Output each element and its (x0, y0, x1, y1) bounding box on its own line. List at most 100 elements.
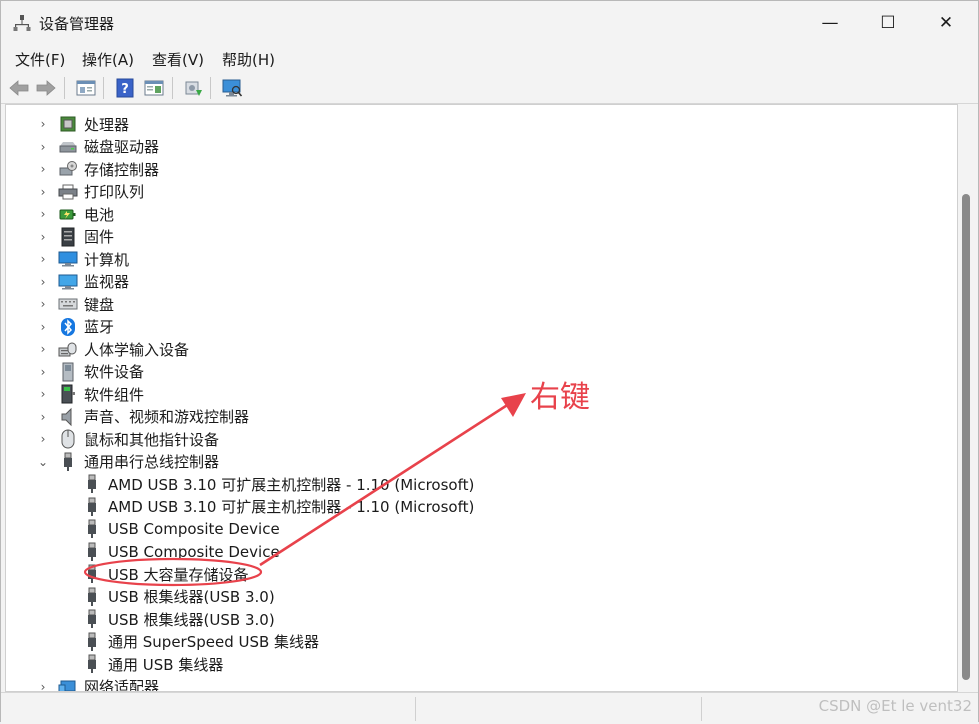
scan-hardware-button[interactable] (221, 77, 243, 99)
usb-device-row[interactable]: 通用 SuperSpeed USB 集线器 (82, 631, 319, 653)
device-tree-panel[interactable]: › 处理器 › 磁盘驱动器 › 存储控制器 › 打印队列 › 电池 › 固件 › 计算机 › 监视器 › 键盘 › 蓝… (5, 104, 958, 692)
usb-device-label: AMD USB 3.10 可扩展主机控制器 - 1.10 (Microsoft) (108, 498, 475, 516)
device-manager-app-icon (13, 14, 31, 32)
tree-category-row[interactable]: › 声音、视频和游戏控制器 (38, 406, 249, 428)
usb-device-label: USB Composite Device (108, 520, 280, 538)
tree-category-row[interactable]: › 存储控制器 (38, 158, 159, 180)
usb-device-row[interactable]: AMD USB 3.10 可扩展主机控制器 - 1.10 (Microsoft) (82, 496, 474, 518)
tree-category-label: 网络适配器 (84, 678, 160, 692)
chevron-right-icon[interactable]: › (38, 410, 48, 424)
tree-category-row[interactable]: › 键盘 (38, 293, 114, 315)
properties-sheet-icon (76, 80, 96, 96)
mouse-icon (58, 429, 78, 449)
tree-category-label: 打印队列 (84, 183, 145, 201)
usb-device-row[interactable]: AMD USB 3.10 可扩展主机控制器 - 1.10 (Microsoft) (82, 473, 474, 495)
chevron-right-icon[interactable]: › (38, 275, 48, 289)
tree-category-label: 固件 (84, 228, 115, 246)
usb-device-label: USB 根集线器(USB 3.0) (108, 610, 275, 629)
status-bar: CSDN @Et le vent32 (1, 692, 978, 724)
minimize-button[interactable]: — (801, 1, 859, 45)
maximize-button[interactable]: ☐ (859, 1, 917, 45)
tree-category-label: 电池 (84, 205, 115, 224)
chevron-right-icon[interactable]: › (38, 252, 48, 266)
tree-category-row[interactable]: › 软件设备 (38, 361, 144, 383)
chevron-right-icon[interactable]: › (38, 432, 48, 446)
chevron-right-icon[interactable]: › (38, 365, 48, 379)
scrollbar-thumb[interactable] (962, 194, 970, 680)
chevron-right-icon[interactable]: › (38, 185, 48, 199)
chevron-right-icon[interactable]: › (38, 297, 48, 311)
bluetooth-icon (58, 317, 78, 337)
tree-category-row[interactable]: › 固件 (38, 226, 114, 248)
tree-category-label: 处理器 (84, 115, 130, 134)
processor-chip-icon (58, 114, 78, 134)
tree-category-row[interactable]: › 监视器 (38, 271, 129, 293)
usb-device-label: 通用 SuperSpeed USB 集线器 (108, 633, 320, 651)
chevron-right-icon[interactable]: › (38, 140, 48, 154)
back-button[interactable] (8, 77, 30, 99)
usb-device-label: AMD USB 3.10 可扩展主机控制器 - 1.10 (Microsoft) (108, 475, 475, 494)
computer-monitor-icon (58, 249, 78, 269)
usb-device-row[interactable]: USB 根集线器(USB 3.0) (82, 608, 275, 630)
hid-icon (58, 339, 78, 359)
tree-category-label: 磁盘驱动器 (84, 138, 160, 156)
toolbar-separator (103, 77, 104, 99)
usb-device-row[interactable]: USB Composite Device (82, 541, 280, 563)
display-monitor-icon (58, 272, 78, 292)
chevron-right-icon[interactable]: › (38, 342, 48, 356)
storage-controller-icon (58, 159, 78, 179)
tree-category-row[interactable]: › 计算机 (38, 248, 129, 270)
menu-action[interactable]: 操作(A) (82, 49, 134, 70)
close-button[interactable]: ✕ (917, 1, 975, 45)
back-arrow-icon (9, 80, 29, 96)
tree-category-row[interactable]: › 网络适配器 (38, 676, 160, 692)
chevron-right-icon[interactable]: › (38, 207, 48, 221)
toolbar-separator (64, 77, 65, 99)
help-button[interactable]: ? (114, 77, 136, 99)
usb-device-row[interactable]: 通用 USB 集线器 (82, 653, 223, 675)
chevron-down-icon[interactable]: ⌄ (38, 455, 48, 469)
chevron-right-icon[interactable]: › (38, 387, 48, 401)
disk-drive-icon (58, 137, 78, 157)
tree-category-label: 存储控制器 (84, 160, 160, 179)
menu-help[interactable]: 帮助(H) (222, 49, 275, 70)
usb-plug-icon (82, 654, 102, 674)
update-driver-icon (185, 81, 202, 96)
chevron-right-icon[interactable]: › (38, 680, 48, 692)
tree-category-row[interactable]: › 蓝牙 (38, 316, 114, 338)
usb-device-row[interactable]: USB 根集线器(USB 3.0) (82, 586, 275, 608)
chevron-right-icon[interactable]: › (38, 117, 48, 131)
usb-plug-icon (82, 519, 102, 539)
vertical-scrollbar[interactable] (958, 104, 977, 692)
usb-plug-icon (82, 632, 102, 652)
scan-hardware-monitor-icon (222, 79, 243, 97)
tree-category-row[interactable]: › 人体学输入设备 (38, 338, 189, 360)
chevron-right-icon[interactable]: › (38, 162, 48, 176)
chevron-right-icon[interactable]: › (38, 230, 48, 244)
menu-file[interactable]: 文件(F) (15, 49, 65, 70)
tree-category-row[interactable]: › 电池 (38, 203, 114, 225)
tree-category-row[interactable]: ⌄ 通用串行总线控制器 (38, 451, 219, 473)
keyboard-icon (58, 294, 78, 314)
toolbar-separator (172, 77, 173, 99)
tree-category-row[interactable]: › 磁盘驱动器 (38, 136, 159, 158)
usb-device-row[interactable]: USB Composite Device (82, 518, 280, 540)
tree-category-row[interactable]: › 软件组件 (38, 383, 144, 405)
usb-device-row[interactable]: USB 大容量存储设备 (82, 563, 249, 585)
forward-button[interactable] (35, 77, 57, 99)
tree-category-row[interactable]: › 处理器 (38, 113, 129, 135)
view-pane-button[interactable] (143, 77, 165, 99)
properties-button[interactable] (75, 77, 97, 99)
usb-plug-icon (58, 452, 78, 472)
update-driver-button[interactable] (182, 77, 204, 99)
tree-category-label: 键盘 (84, 295, 115, 314)
tree-category-label: 鼠标和其他指针设备 (84, 430, 220, 449)
usb-plug-icon (82, 497, 102, 517)
title-bar[interactable]: 设备管理器 — ☐ ✕ (1, 1, 978, 45)
chevron-right-icon[interactable]: › (38, 320, 48, 334)
firmware-icon (58, 227, 78, 247)
menu-view[interactable]: 查看(V) (152, 49, 204, 70)
usb-plug-icon (82, 587, 102, 607)
tree-category-row[interactable]: › 打印队列 (38, 181, 144, 203)
tree-category-row[interactable]: › 鼠标和其他指针设备 (38, 428, 219, 450)
